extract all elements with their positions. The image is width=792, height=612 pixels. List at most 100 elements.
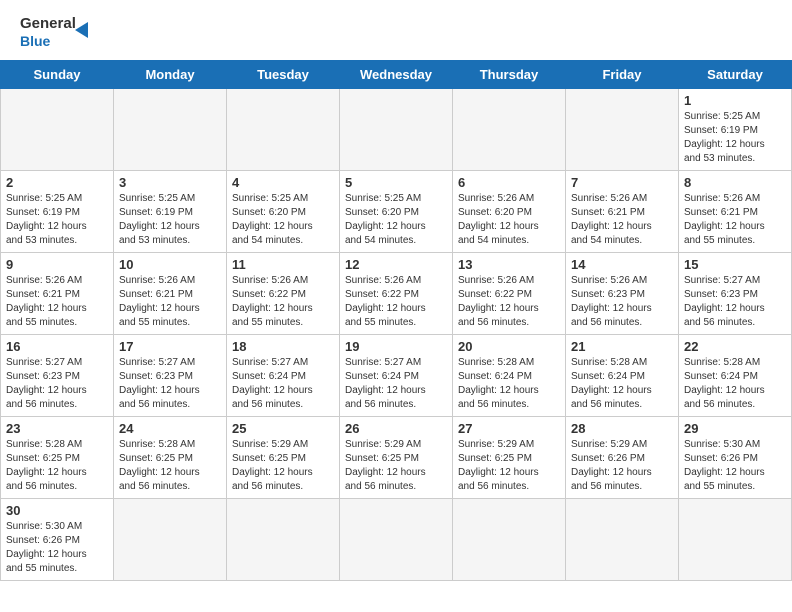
calendar-day-cell: 24 Sunrise: 5:28 AM Sunset: 6:25 PM Dayli…	[114, 417, 227, 499]
day-number: 3	[119, 175, 221, 190]
calendar-day-cell: 28Sunrise: 5:29 AM Sunset: 6:26 PM Dayli…	[566, 417, 679, 499]
day-info: Sunrise: 5:25 AM Sunset: 6:20 PM Dayligh…	[345, 192, 447, 248]
day-info: Sunrise: 5:28 AM Sunset: 6:24 PM Dayligh…	[571, 356, 673, 412]
day-info: Sunrise: 5:26 AM Sunset: 6:22 PM Dayligh…	[232, 274, 334, 330]
day-info: Sunrise: 5:26 AM Sunset: 6:22 PM Dayligh…	[458, 274, 560, 330]
day-info: Sunrise: 5:25 AM Sunset: 6:19 PM Dayligh…	[119, 192, 221, 248]
day-number: 5	[345, 175, 447, 190]
calendar-day-cell: 4 Sunrise: 5:25 AM Sunset: 6:20 PM Daylig…	[227, 171, 340, 253]
calendar-day-cell	[114, 89, 227, 171]
day-number: 18	[232, 339, 334, 354]
day-number: 24	[119, 421, 221, 436]
calendar-week-row: 9 Sunrise: 5:26 AM Sunset: 6:21 PM Daylig…	[1, 253, 792, 335]
day-info: Sunrise: 5:29 AM Sunset: 6:25 PM Dayligh…	[345, 438, 447, 494]
day-info: Sunrise: 5:26 AM Sunset: 6:21 PM Dayligh…	[571, 192, 673, 248]
calendar-day-cell: 3 Sunrise: 5:25 AM Sunset: 6:19 PM Daylig…	[114, 171, 227, 253]
calendar-day-cell: 8Sunrise: 5:26 AM Sunset: 6:21 PM Daylig…	[679, 171, 792, 253]
weekday-header: Friday	[566, 61, 679, 89]
day-info: Sunrise: 5:26 AM Sunset: 6:21 PM Dayligh…	[684, 192, 786, 248]
day-number: 12	[345, 257, 447, 272]
day-number: 10	[119, 257, 221, 272]
calendar-day-cell: 14Sunrise: 5:26 AM Sunset: 6:23 PM Dayli…	[566, 253, 679, 335]
calendar-week-row: 23 Sunrise: 5:28 AM Sunset: 6:25 PM Dayli…	[1, 417, 792, 499]
day-number: 9	[6, 257, 108, 272]
calendar-day-cell	[566, 89, 679, 171]
calendar-day-cell	[340, 89, 453, 171]
day-number: 16	[6, 339, 108, 354]
calendar-week-row: 2 Sunrise: 5:25 AM Sunset: 6:19 PM Daylig…	[1, 171, 792, 253]
calendar-day-cell	[1, 89, 114, 171]
logo: General Blue	[20, 10, 100, 55]
calendar-day-cell: 5 Sunrise: 5:25 AM Sunset: 6:20 PM Daylig…	[340, 171, 453, 253]
calendar-day-cell	[453, 89, 566, 171]
day-number: 14	[571, 257, 673, 272]
day-number: 4	[232, 175, 334, 190]
day-info: Sunrise: 5:29 AM Sunset: 6:26 PM Dayligh…	[571, 438, 673, 494]
calendar-day-cell: 26Sunrise: 5:29 AM Sunset: 6:25 PM Dayli…	[340, 417, 453, 499]
calendar-day-cell: 18 Sunrise: 5:27 AM Sunset: 6:24 PM Dayli…	[227, 335, 340, 417]
day-info: Sunrise: 5:26 AM Sunset: 6:20 PM Dayligh…	[458, 192, 560, 248]
calendar-day-cell: 22 Sunrise: 5:28 AM Sunset: 6:24 PM Dayli…	[679, 335, 792, 417]
weekday-header: Saturday	[679, 61, 792, 89]
calendar-day-cell: 2 Sunrise: 5:25 AM Sunset: 6:19 PM Daylig…	[1, 171, 114, 253]
day-info: Sunrise: 5:26 AM Sunset: 6:21 PM Dayligh…	[6, 274, 108, 330]
logo-svg: General Blue	[20, 10, 100, 55]
day-info: Sunrise: 5:28 AM Sunset: 6:25 PM Dayligh…	[6, 438, 108, 494]
page-header: General Blue	[0, 0, 792, 60]
day-info: Sunrise: 5:25 AM Sunset: 6:20 PM Dayligh…	[232, 192, 334, 248]
weekday-header: Monday	[114, 61, 227, 89]
day-info: Sunrise: 5:27 AM Sunset: 6:23 PM Dayligh…	[119, 356, 221, 412]
day-info: Sunrise: 5:26 AM Sunset: 6:22 PM Dayligh…	[345, 274, 447, 330]
calendar-day-cell	[227, 89, 340, 171]
calendar-day-cell	[566, 499, 679, 581]
calendar-day-cell: 11 Sunrise: 5:26 AM Sunset: 6:22 PM Dayli…	[227, 253, 340, 335]
day-info: Sunrise: 5:28 AM Sunset: 6:25 PM Dayligh…	[119, 438, 221, 494]
calendar-day-cell	[340, 499, 453, 581]
day-number: 1	[684, 93, 786, 108]
day-number: 13	[458, 257, 560, 272]
day-info: Sunrise: 5:30 AM Sunset: 6:26 PM Dayligh…	[6, 520, 108, 576]
calendar-day-cell: 17 Sunrise: 5:27 AM Sunset: 6:23 PM Dayli…	[114, 335, 227, 417]
day-number: 21	[571, 339, 673, 354]
day-number: 2	[6, 175, 108, 190]
day-number: 11	[232, 257, 334, 272]
day-info: Sunrise: 5:27 AM Sunset: 6:23 PM Dayligh…	[6, 356, 108, 412]
svg-text:General: General	[20, 15, 76, 32]
weekday-header: Thursday	[453, 61, 566, 89]
calendar-day-cell: 20Sunrise: 5:28 AM Sunset: 6:24 PM Dayli…	[453, 335, 566, 417]
calendar-day-cell: 7 Sunrise: 5:26 AM Sunset: 6:21 PM Daylig…	[566, 171, 679, 253]
calendar-header-row: SundayMondayTuesdayWednesdayThursdayFrid…	[1, 61, 792, 89]
calendar-day-cell: 25 Sunrise: 5:29 AM Sunset: 6:25 PM Dayli…	[227, 417, 340, 499]
day-info: Sunrise: 5:25 AM Sunset: 6:19 PM Dayligh…	[6, 192, 108, 248]
day-number: 29	[684, 421, 786, 436]
day-number: 22	[684, 339, 786, 354]
day-number: 17	[119, 339, 221, 354]
calendar-day-cell: 15Sunrise: 5:27 AM Sunset: 6:23 PM Dayli…	[679, 253, 792, 335]
calendar-day-cell: 16 Sunrise: 5:27 AM Sunset: 6:23 PM Dayli…	[1, 335, 114, 417]
calendar-day-cell	[679, 499, 792, 581]
calendar-week-row: 16 Sunrise: 5:27 AM Sunset: 6:23 PM Dayli…	[1, 335, 792, 417]
day-number: 19	[345, 339, 447, 354]
calendar-day-cell: 29 Sunrise: 5:30 AM Sunset: 6:26 PM Dayli…	[679, 417, 792, 499]
day-info: Sunrise: 5:30 AM Sunset: 6:26 PM Dayligh…	[684, 438, 786, 494]
day-number: 25	[232, 421, 334, 436]
calendar-day-cell: 13 Sunrise: 5:26 AM Sunset: 6:22 PM Dayli…	[453, 253, 566, 335]
day-info: Sunrise: 5:29 AM Sunset: 6:25 PM Dayligh…	[458, 438, 560, 494]
calendar-day-cell: 27Sunrise: 5:29 AM Sunset: 6:25 PM Dayli…	[453, 417, 566, 499]
calendar-day-cell	[453, 499, 566, 581]
day-number: 30	[6, 503, 108, 518]
day-number: 20	[458, 339, 560, 354]
day-info: Sunrise: 5:27 AM Sunset: 6:24 PM Dayligh…	[232, 356, 334, 412]
day-number: 23	[6, 421, 108, 436]
calendar-week-row: 30 Sunrise: 5:30 AM Sunset: 6:26 PM Dayli…	[1, 499, 792, 581]
calendar-table: SundayMondayTuesdayWednesdayThursdayFrid…	[0, 60, 792, 581]
calendar-day-cell	[114, 499, 227, 581]
day-info: Sunrise: 5:26 AM Sunset: 6:21 PM Dayligh…	[119, 274, 221, 330]
calendar-day-cell: 19 Sunrise: 5:27 AM Sunset: 6:24 PM Dayli…	[340, 335, 453, 417]
day-info: Sunrise: 5:28 AM Sunset: 6:24 PM Dayligh…	[684, 356, 786, 412]
day-info: Sunrise: 5:29 AM Sunset: 6:25 PM Dayligh…	[232, 438, 334, 494]
day-number: 7	[571, 175, 673, 190]
calendar-day-cell: 1Sunrise: 5:25 AM Sunset: 6:19 PM Daylig…	[679, 89, 792, 171]
day-info: Sunrise: 5:27 AM Sunset: 6:24 PM Dayligh…	[345, 356, 447, 412]
calendar-day-cell: 9 Sunrise: 5:26 AM Sunset: 6:21 PM Daylig…	[1, 253, 114, 335]
